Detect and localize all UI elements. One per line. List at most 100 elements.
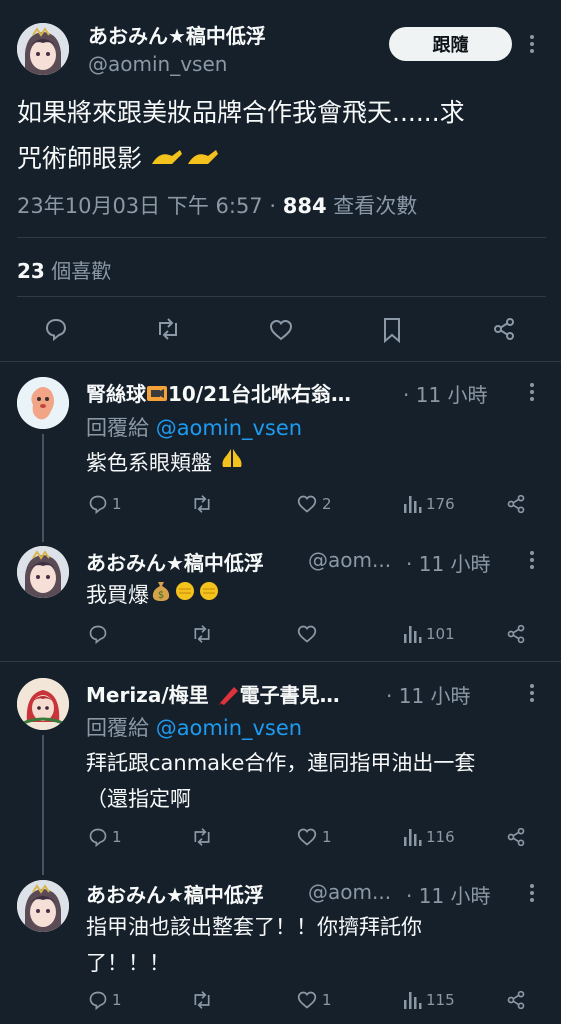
retweet-icon[interactable] — [191, 494, 217, 514]
divider — [0, 661, 561, 662]
likes-label: 個喜歡 — [51, 259, 112, 283]
handle[interactable]: @aomin_vsen — [88, 52, 227, 76]
display-name-text: 腎絲球 — [86, 382, 146, 406]
reply-icon[interactable]: 1 — [88, 990, 122, 1010]
avatar[interactable] — [17, 678, 69, 730]
display-name[interactable]: あおみん★稿中低浮 — [88, 20, 266, 49]
tweet-time[interactable]: · 11 小時 — [403, 379, 488, 408]
retweet-icon[interactable] — [191, 624, 217, 644]
avatar[interactable] — [17, 377, 69, 429]
likes-stat[interactable]: 23 個喜歡 — [17, 255, 111, 284]
display-name[interactable]: Meriza/梅里 電子書見… — [86, 679, 340, 710]
display-name[interactable]: あおみん★稿中低浮 — [86, 879, 264, 908]
tweet-text-line: 了！！！ — [86, 951, 170, 975]
views-label: 查看次數 — [333, 194, 418, 218]
display-name[interactable]: あおみん★稿中低浮 — [86, 547, 264, 576]
tweet-time[interactable]: · 11 小時 — [386, 680, 471, 709]
tweet-text-line: 指甲油也該出整套了！！你擠拜託你 — [86, 915, 422, 939]
likes-count: 23 — [17, 259, 45, 283]
share-icon[interactable] — [506, 990, 526, 1010]
retweet-icon[interactable] — [191, 827, 217, 847]
tweet-text-line: 如果將來跟美妝品牌合作我會飛天......求 — [17, 98, 465, 127]
like-count: 1 — [322, 991, 332, 1009]
more-icon[interactable] — [528, 33, 536, 55]
views-count: 101 — [426, 625, 455, 643]
display-name-text: Meriza/梅里 — [86, 683, 209, 707]
reply-count: 1 — [112, 991, 122, 1009]
views-count: 884 — [282, 194, 327, 218]
like-icon[interactable] — [296, 624, 322, 644]
reply-to: 回覆給 @aomin_vsen — [86, 712, 302, 742]
avatar[interactable] — [17, 546, 69, 598]
thread-line — [42, 434, 44, 542]
clap-hands-emoji-icon — [150, 137, 220, 183]
fist-emoji-icon — [173, 578, 197, 614]
like-count: 2 — [322, 495, 332, 513]
reply-count: 1 — [112, 495, 122, 513]
reply-icon[interactable]: 1 — [88, 494, 122, 514]
divider — [17, 237, 546, 238]
tweet-text-line: 紫色系眼頬盤 — [86, 451, 212, 475]
money-bag-emoji-icon: $ — [149, 578, 173, 614]
retweet-icon[interactable] — [155, 317, 181, 341]
more-icon[interactable] — [528, 381, 536, 403]
tweet-time[interactable]: · 11 小時 — [406, 548, 491, 577]
follow-button[interactable]: 跟隨 — [389, 27, 512, 61]
views-count: 176 — [426, 495, 455, 513]
more-icon[interactable] — [528, 882, 536, 904]
tweet-text: 紫色系眼頬盤 — [86, 445, 245, 482]
views-count: 115 — [426, 991, 455, 1009]
reply-to-handle[interactable]: @aomin_vsen — [156, 716, 302, 740]
reply-icon[interactable] — [88, 624, 112, 644]
divider — [0, 361, 561, 362]
views-icon[interactable]: 115 — [402, 990, 455, 1010]
reply-to-handle[interactable]: @aomin_vsen — [156, 416, 302, 440]
views-icon[interactable]: 101 — [402, 624, 455, 644]
svg-text:$: $ — [158, 590, 164, 601]
like-count: 1 — [322, 828, 332, 846]
views-count: 116 — [426, 828, 455, 846]
reply-icon[interactable]: 1 — [88, 827, 122, 847]
reply-icon[interactable] — [44, 317, 68, 341]
display-name-text-2: 10/21台北咻右翁… — [168, 382, 351, 406]
share-icon[interactable] — [506, 624, 526, 644]
tweet-text-line-2: 咒術師眼影 — [17, 144, 143, 173]
tweet-text-line: 我買爆 — [86, 583, 149, 607]
movie-camera-emoji-icon — [146, 383, 168, 408]
like-icon[interactable]: 2 — [296, 494, 332, 514]
like-icon[interactable] — [268, 318, 294, 342]
timestamp[interactable]: 23年10月03日 下午 6:57 — [17, 194, 263, 218]
reply-to-label: 回覆給 — [86, 716, 149, 740]
handle[interactable]: @aom... — [308, 548, 391, 572]
thread-line — [42, 735, 44, 875]
fist-emoji-icon — [197, 578, 221, 614]
crayon-emoji-icon — [216, 683, 240, 710]
bookmark-icon[interactable] — [382, 317, 402, 343]
tweet-time[interactable]: · 11 小時 — [406, 880, 491, 909]
like-icon[interactable]: 1 — [296, 827, 332, 847]
tweet-text-line: 咒術師眼影 — [17, 136, 547, 183]
tweet-meta: 23年10月03日 下午 6:57 · 884 查看次數 — [17, 190, 417, 220]
views-icon[interactable]: 176 — [402, 494, 455, 514]
tweet-text-line: （還指定啊 — [86, 787, 191, 811]
display-name-text-2: 電子書見… — [239, 683, 340, 707]
divider — [17, 296, 546, 297]
display-name[interactable]: 腎絲球 10/21台北咻右翁… — [86, 378, 351, 408]
tweet-text: 如果將來跟美妝品牌合作我會飛天......求 咒術師眼影 — [17, 90, 547, 183]
more-icon[interactable] — [528, 682, 536, 704]
more-icon[interactable] — [528, 549, 536, 571]
meta-dot: · — [269, 194, 277, 218]
share-icon[interactable] — [506, 494, 526, 514]
views-icon[interactable]: 116 — [402, 827, 455, 847]
like-icon[interactable]: 1 — [296, 990, 332, 1010]
share-icon[interactable] — [492, 317, 516, 341]
avatar[interactable] — [17, 23, 69, 75]
avatar[interactable] — [17, 880, 69, 932]
handle[interactable]: @aom... — [308, 880, 391, 904]
tweet-text: 我買爆 $ — [86, 577, 221, 614]
retweet-icon[interactable] — [191, 990, 217, 1010]
folded-hands-emoji-icon — [219, 446, 245, 482]
reply-to-label: 回覆給 — [86, 416, 149, 440]
share-icon[interactable] — [506, 827, 526, 847]
tweet-text: 拜託跟canmake合作，連同指甲油出一套 （還指定啊 — [86, 745, 546, 817]
